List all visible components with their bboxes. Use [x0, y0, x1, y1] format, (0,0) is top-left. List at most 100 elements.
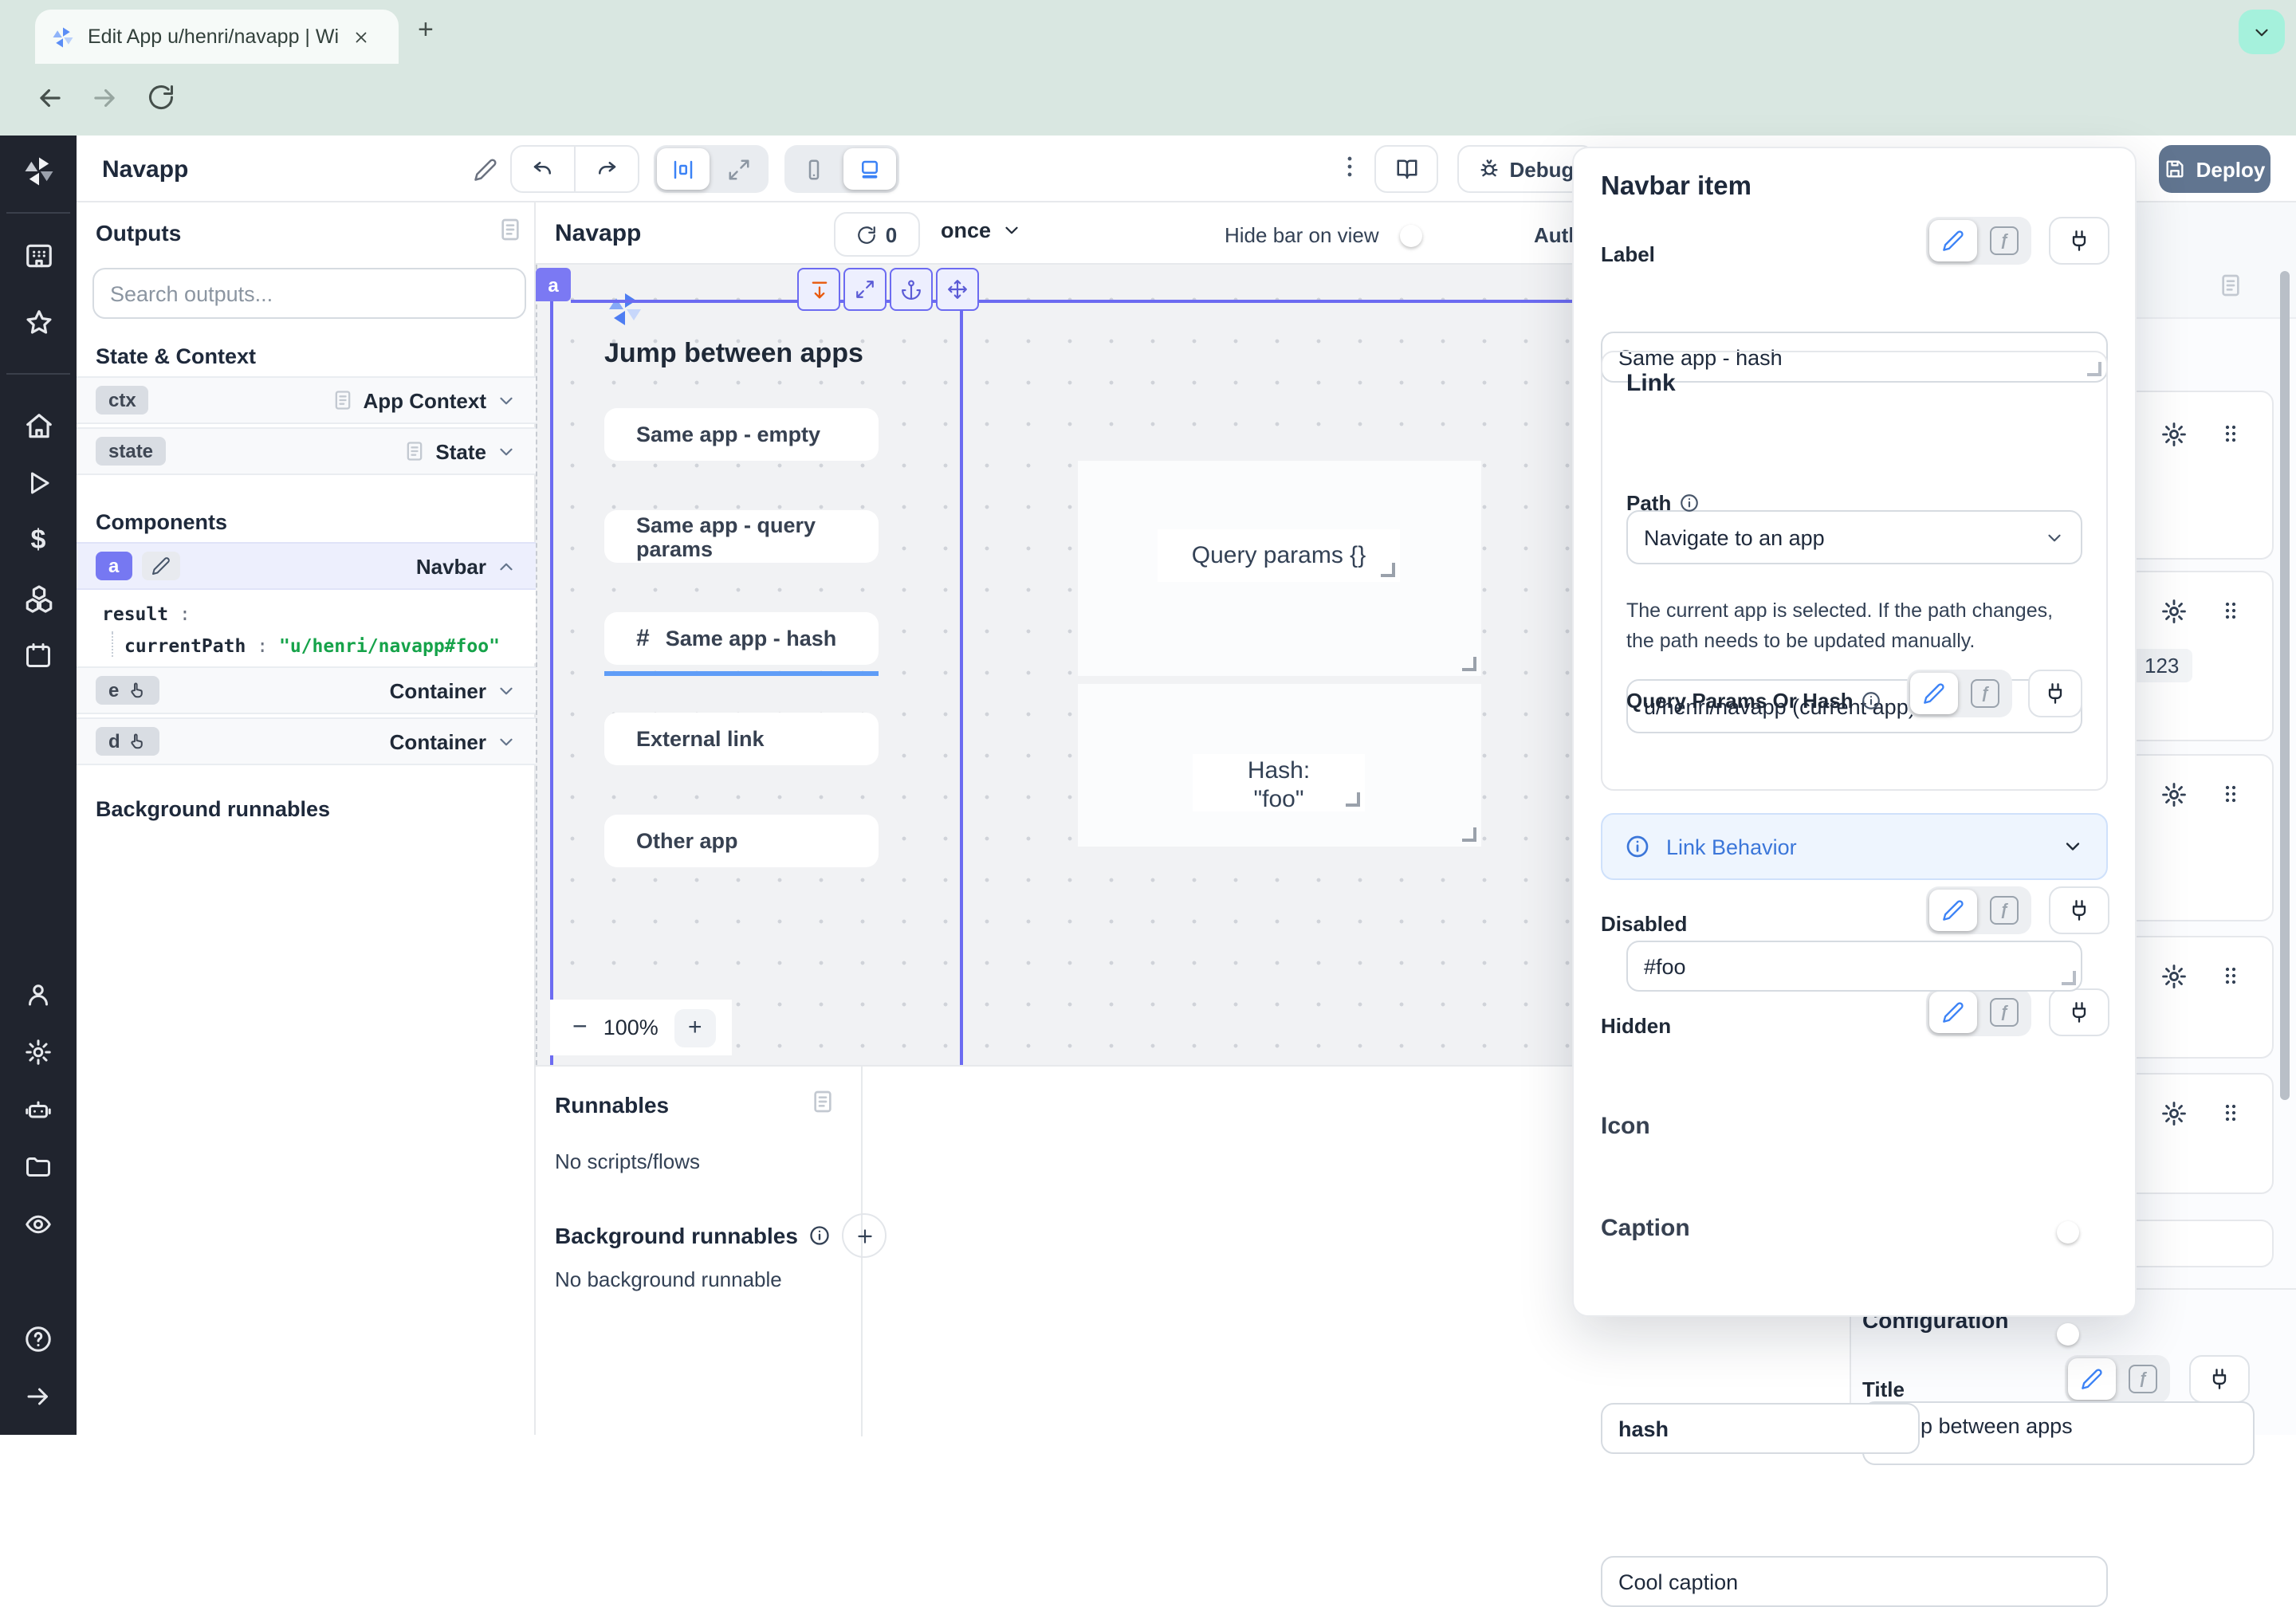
card-gear-icon[interactable] — [2160, 1100, 2188, 1127]
rail-settings-gear-icon[interactable] — [0, 1024, 77, 1081]
nav-item-same-app-hash[interactable]: #Same app - hash — [604, 612, 879, 665]
desktop-preview-button[interactable] — [843, 148, 896, 190]
doc-icon[interactable] — [403, 440, 426, 462]
undo-button[interactable] — [512, 145, 576, 193]
info-icon[interactable] — [809, 1224, 832, 1247]
runnables-doc-icon[interactable] — [810, 1089, 835, 1114]
function-icon[interactable]: ƒ — [1961, 673, 2009, 714]
rail-schedules-calendar-icon[interactable] — [0, 627, 77, 684]
static-pencil-icon[interactable] — [1929, 992, 1977, 1033]
connect-plug-icon[interactable] — [2049, 217, 2109, 265]
hash-container[interactable]: Hash: "foo" — [1078, 684, 1481, 847]
selected-component-tag[interactable]: a — [536, 268, 571, 301]
card-grip-icon[interactable] — [2218, 781, 2243, 807]
card-gear-icon[interactable] — [2160, 598, 2188, 625]
icon-value-input[interactable]: hash — [1601, 1403, 1920, 1454]
card-gear-icon[interactable] — [2160, 781, 2188, 808]
outputs-doc-icon[interactable] — [497, 217, 523, 242]
move-icon[interactable] — [936, 268, 979, 311]
search-outputs-input[interactable]: Search outputs... — [92, 268, 526, 319]
windmill-logo-icon[interactable] — [0, 142, 77, 199]
nav-item-same-app-empty[interactable]: Same app - empty — [604, 408, 879, 461]
connect-plug-icon[interactable] — [2049, 886, 2109, 934]
rail-audit-eye-icon[interactable] — [0, 1196, 77, 1253]
connect-plug-icon[interactable] — [2028, 670, 2082, 717]
expand-icon[interactable] — [843, 268, 887, 311]
resize-handle[interactable] — [1346, 792, 1360, 807]
query-params-container[interactable]: Query params {} — [1078, 461, 1481, 676]
refresh-count-button[interactable]: 0 — [834, 212, 920, 257]
mobile-preview-button[interactable] — [788, 148, 840, 190]
edit-pencil-icon[interactable] — [141, 552, 179, 580]
chevron-down-icon[interactable] — [496, 441, 517, 462]
hash-text[interactable]: Hash: "foo" — [1193, 754, 1365, 811]
centered-layout-button[interactable] — [657, 148, 710, 190]
rail-help-icon[interactable] — [0, 1310, 77, 1368]
component-row-container-e[interactable]: e Container — [77, 666, 536, 714]
caption-value-input[interactable]: Cool caption — [1601, 1556, 2108, 1607]
add-background-runnable-button[interactable] — [843, 1213, 887, 1258]
static-pencil-icon[interactable] — [2068, 1358, 2116, 1400]
query-hash-input[interactable]: #foo — [1626, 941, 2082, 992]
rail-resources-cubes-icon[interactable] — [0, 569, 77, 627]
link-behavior-collapsible[interactable]: Link Behavior — [1601, 813, 2108, 880]
rail-home-icon[interactable] — [0, 397, 77, 454]
query-params-text[interactable]: Query params {} — [1158, 529, 1400, 582]
resize-handle[interactable] — [1462, 657, 1476, 671]
reload-icon[interactable] — [147, 83, 175, 112]
browser-tab[interactable]: Edit App u/henri/navapp | Win — [35, 10, 399, 64]
deploy-button[interactable]: Deploy — [2159, 145, 2270, 193]
card-grip-icon[interactable] — [2218, 963, 2243, 988]
connect-plug-icon[interactable] — [2189, 1355, 2250, 1403]
card-grip-icon[interactable] — [2218, 1100, 2243, 1126]
frequency-select[interactable]: once — [941, 218, 1021, 242]
rail-variables-dollar-icon[interactable]: $ — [0, 512, 77, 569]
doc-icon[interactable] — [331, 389, 353, 411]
chevron-down-icon[interactable] — [496, 680, 517, 701]
function-icon[interactable]: ƒ — [2119, 1358, 2167, 1400]
textarea-resize-handle[interactable] — [2062, 971, 2076, 985]
anchor-icon[interactable] — [890, 268, 933, 311]
chevron-down-icon[interactable] — [496, 731, 517, 752]
forward-icon[interactable] — [89, 83, 120, 113]
docs-book-button[interactable] — [1374, 145, 1438, 193]
output-row-ctx[interactable]: ctx App Context — [77, 376, 536, 424]
title-value-input[interactable]: Jump between apps — [1862, 1401, 2255, 1465]
resize-handle[interactable] — [1381, 563, 1395, 577]
component-row-container-d[interactable]: d Container — [77, 717, 536, 765]
rail-collapse-arrow-icon[interactable] — [0, 1368, 77, 1425]
rename-pencil-icon[interactable] — [474, 158, 497, 182]
rail-apps-icon[interactable] — [0, 226, 77, 284]
card-grip-icon[interactable] — [2218, 421, 2243, 446]
nav-item-query-params[interactable]: Same app - query params — [604, 510, 879, 563]
nav-item-other-app[interactable]: Other app — [604, 815, 879, 867]
static-pencil-icon[interactable] — [1929, 220, 1977, 261]
new-tab-button[interactable]: + — [418, 14, 434, 46]
more-options-kebab-icon[interactable] — [1336, 153, 1363, 180]
back-icon[interactable] — [35, 83, 65, 113]
sidebar-doc-icon[interactable] — [2218, 273, 2243, 298]
resize-handle[interactable] — [1462, 827, 1476, 842]
link-type-select[interactable]: Navigate to an app — [1626, 510, 2082, 564]
window-chevron-button[interactable] — [2239, 10, 2285, 54]
rail-runs-play-icon[interactable] — [0, 454, 77, 512]
card-gear-icon[interactable] — [2160, 963, 2188, 990]
card-gear-icon[interactable] — [2160, 421, 2188, 448]
card-grip-icon[interactable] — [2218, 598, 2243, 623]
function-icon[interactable]: ƒ — [1980, 992, 2028, 1033]
static-pencil-icon[interactable] — [1929, 890, 1977, 931]
zoom-in-button[interactable]: + — [674, 1008, 716, 1047]
chevron-up-icon[interactable] — [496, 556, 517, 576]
connect-plug-icon[interactable] — [2049, 988, 2109, 1036]
insert-below-icon[interactable] — [797, 268, 840, 311]
rail-folders-icon[interactable] — [0, 1138, 77, 1196]
tab-close-icon[interactable] — [352, 28, 370, 45]
rail-workers-robot-icon[interactable] — [0, 1081, 77, 1138]
nav-item-external-link[interactable]: External link — [604, 713, 879, 765]
chevron-down-icon[interactable] — [496, 390, 517, 411]
redo-button[interactable] — [576, 145, 638, 193]
component-row-navbar[interactable]: a Navbar — [77, 542, 536, 590]
sidebar-scrollbar[interactable] — [2280, 271, 2290, 1100]
function-icon[interactable]: ƒ — [1980, 890, 2028, 931]
zoom-out-button[interactable]: − — [572, 1013, 588, 1042]
